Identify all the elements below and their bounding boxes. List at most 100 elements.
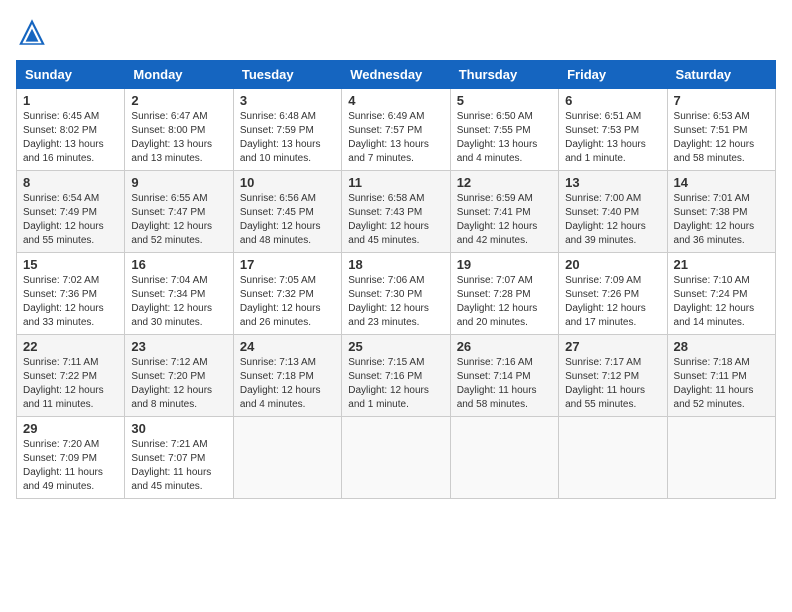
column-header-thursday: Thursday: [450, 61, 558, 89]
column-header-sunday: Sunday: [17, 61, 125, 89]
calendar-cell: [667, 417, 775, 499]
calendar-cell: 12Sunrise: 6:59 AM Sunset: 7:41 PM Dayli…: [450, 171, 558, 253]
day-detail: Sunrise: 7:13 AM Sunset: 7:18 PM Dayligh…: [240, 356, 335, 412]
day-detail: Sunrise: 7:09 AM Sunset: 7:26 PM Dayligh…: [565, 274, 660, 330]
logo-icon: [16, 16, 48, 48]
calendar-cell: 28 Sunrise: 7:18 AM Sunset: 7:11 PM Dayli…: [667, 335, 775, 417]
day-detail: Sunrise: 6:47 AM Sunset: 8:00 PM Dayligh…: [131, 110, 226, 166]
page-header: [16, 16, 776, 48]
calendar-cell: 2 Sunrise: 6:47 AM Sunset: 8:00 PM Daylig…: [125, 89, 233, 171]
day-number: 22: [23, 339, 118, 354]
day-detail: Sunrise: 7:00 AM Sunset: 7:40 PM Dayligh…: [565, 192, 660, 248]
calendar: SundayMondayTuesdayWednesdayThursdayFrid…: [16, 60, 776, 499]
day-number: 15: [23, 257, 118, 272]
week-row: 8Sunrise: 6:54 AM Sunset: 7:49 PM Daylig…: [17, 171, 776, 253]
calendar-cell: 18Sunrise: 7:06 AM Sunset: 7:30 PM Dayli…: [342, 253, 450, 335]
calendar-cell: 11 Sunrise: 6:58 AM Sunset: 7:43 PM Dayli…: [342, 171, 450, 253]
calendar-cell: [450, 417, 558, 499]
column-header-wednesday: Wednesday: [342, 61, 450, 89]
calendar-cell: 27Sunrise: 7:17 AM Sunset: 7:12 PM Dayli…: [559, 335, 667, 417]
day-number: 26: [457, 339, 552, 354]
day-number: 2: [131, 93, 226, 108]
calendar-cell: 13 Sunrise: 7:00 AM Sunset: 7:40 PM Dayli…: [559, 171, 667, 253]
calendar-cell: 4 Sunrise: 6:49 AM Sunset: 7:57 PM Daylig…: [342, 89, 450, 171]
day-detail: Sunrise: 7:05 AM Sunset: 7:32 PM Dayligh…: [240, 274, 335, 330]
day-detail: Sunrise: 7:11 AM Sunset: 7:22 PM Dayligh…: [23, 356, 118, 412]
column-header-monday: Monday: [125, 61, 233, 89]
calendar-cell: 24Sunrise: 7:13 AM Sunset: 7:18 PM Dayli…: [233, 335, 341, 417]
calendar-cell: 17Sunrise: 7:05 AM Sunset: 7:32 PM Dayli…: [233, 253, 341, 335]
day-detail: Sunrise: 6:49 AM Sunset: 7:57 PM Dayligh…: [348, 110, 443, 166]
calendar-cell: 6 Sunrise: 6:51 AM Sunset: 7:53 PM Daylig…: [559, 89, 667, 171]
day-detail: Sunrise: 7:04 AM Sunset: 7:34 PM Dayligh…: [131, 274, 226, 330]
day-number: 5: [457, 93, 552, 108]
day-number: 21: [674, 257, 769, 272]
day-number: 4: [348, 93, 443, 108]
calendar-cell: 26Sunrise: 7:16 AM Sunset: 7:14 PM Dayli…: [450, 335, 558, 417]
day-number: 28: [674, 339, 769, 354]
day-number: 25: [348, 339, 443, 354]
day-detail: Sunrise: 7:12 AM Sunset: 7:20 PM Dayligh…: [131, 356, 226, 412]
calendar-cell: 19 Sunrise: 7:07 AM Sunset: 7:28 PM Dayli…: [450, 253, 558, 335]
day-number: 6: [565, 93, 660, 108]
column-header-friday: Friday: [559, 61, 667, 89]
day-detail: Sunrise: 7:21 AM Sunset: 7:07 PM Dayligh…: [131, 438, 226, 494]
day-number: 3: [240, 93, 335, 108]
calendar-cell: 8Sunrise: 6:54 AM Sunset: 7:49 PM Daylig…: [17, 171, 125, 253]
day-number: 7: [674, 93, 769, 108]
day-detail: Sunrise: 6:58 AM Sunset: 7:43 PM Dayligh…: [348, 192, 443, 248]
day-number: 14: [674, 175, 769, 190]
calendar-cell: 20 Sunrise: 7:09 AM Sunset: 7:26 PM Dayli…: [559, 253, 667, 335]
day-detail: Sunrise: 6:54 AM Sunset: 7:49 PM Dayligh…: [23, 192, 118, 248]
calendar-cell: [559, 417, 667, 499]
calendar-cell: 15 Sunrise: 7:02 AM Sunset: 7:36 PM Dayli…: [17, 253, 125, 335]
day-detail: Sunrise: 6:56 AM Sunset: 7:45 PM Dayligh…: [240, 192, 335, 248]
day-number: 9: [131, 175, 226, 190]
week-row: 15 Sunrise: 7:02 AM Sunset: 7:36 PM Dayli…: [17, 253, 776, 335]
day-detail: Sunrise: 6:53 AM Sunset: 7:51 PM Dayligh…: [674, 110, 769, 166]
week-row: 1 Sunrise: 6:45 AM Sunset: 8:02 PM Daylig…: [17, 89, 776, 171]
day-number: 30: [131, 421, 226, 436]
calendar-cell: 3 Sunrise: 6:48 AM Sunset: 7:59 PM Daylig…: [233, 89, 341, 171]
day-number: 19: [457, 257, 552, 272]
day-number: 27: [565, 339, 660, 354]
day-detail: Sunrise: 7:07 AM Sunset: 7:28 PM Dayligh…: [457, 274, 552, 330]
day-detail: Sunrise: 6:45 AM Sunset: 8:02 PM Dayligh…: [23, 110, 118, 166]
day-detail: Sunrise: 6:48 AM Sunset: 7:59 PM Dayligh…: [240, 110, 335, 166]
calendar-cell: 22 Sunrise: 7:11 AM Sunset: 7:22 PM Dayli…: [17, 335, 125, 417]
day-number: 1: [23, 93, 118, 108]
day-detail: Sunrise: 6:55 AM Sunset: 7:47 PM Dayligh…: [131, 192, 226, 248]
day-detail: Sunrise: 7:10 AM Sunset: 7:24 PM Dayligh…: [674, 274, 769, 330]
calendar-cell: 25 Sunrise: 7:15 AM Sunset: 7:16 PM Dayli…: [342, 335, 450, 417]
day-detail: Sunrise: 6:51 AM Sunset: 7:53 PM Dayligh…: [565, 110, 660, 166]
day-detail: Sunrise: 7:18 AM Sunset: 7:11 PM Dayligh…: [674, 356, 769, 412]
calendar-cell: 10 Sunrise: 6:56 AM Sunset: 7:45 PM Dayli…: [233, 171, 341, 253]
day-number: 10: [240, 175, 335, 190]
day-number: 16: [131, 257, 226, 272]
day-number: 13: [565, 175, 660, 190]
week-row: 22 Sunrise: 7:11 AM Sunset: 7:22 PM Dayli…: [17, 335, 776, 417]
day-number: 18: [348, 257, 443, 272]
day-detail: Sunrise: 6:59 AM Sunset: 7:41 PM Dayligh…: [457, 192, 552, 248]
calendar-cell: 16 Sunrise: 7:04 AM Sunset: 7:34 PM Dayli…: [125, 253, 233, 335]
calendar-cell: 1 Sunrise: 6:45 AM Sunset: 8:02 PM Daylig…: [17, 89, 125, 171]
day-detail: Sunrise: 7:01 AM Sunset: 7:38 PM Dayligh…: [674, 192, 769, 248]
day-number: 11: [348, 175, 443, 190]
calendar-cell: 5 Sunrise: 6:50 AM Sunset: 7:55 PM Daylig…: [450, 89, 558, 171]
calendar-cell: 29Sunrise: 7:20 AM Sunset: 7:09 PM Dayli…: [17, 417, 125, 499]
calendar-cell: 30 Sunrise: 7:21 AM Sunset: 7:07 PM Dayli…: [125, 417, 233, 499]
calendar-cell: 23Sunrise: 7:12 AM Sunset: 7:20 PM Dayli…: [125, 335, 233, 417]
calendar-cell: 14 Sunrise: 7:01 AM Sunset: 7:38 PM Dayli…: [667, 171, 775, 253]
calendar-cell: [342, 417, 450, 499]
column-header-tuesday: Tuesday: [233, 61, 341, 89]
column-header-saturday: Saturday: [667, 61, 775, 89]
day-detail: Sunrise: 7:20 AM Sunset: 7:09 PM Dayligh…: [23, 438, 118, 494]
day-detail: Sunrise: 7:15 AM Sunset: 7:16 PM Dayligh…: [348, 356, 443, 412]
logo: [16, 16, 52, 48]
calendar-cell: 9 Sunrise: 6:55 AM Sunset: 7:47 PM Daylig…: [125, 171, 233, 253]
calendar-cell: [233, 417, 341, 499]
day-detail: Sunrise: 6:50 AM Sunset: 7:55 PM Dayligh…: [457, 110, 552, 166]
calendar-cell: 21 Sunrise: 7:10 AM Sunset: 7:24 PM Dayli…: [667, 253, 775, 335]
day-detail: Sunrise: 7:02 AM Sunset: 7:36 PM Dayligh…: [23, 274, 118, 330]
day-number: 20: [565, 257, 660, 272]
